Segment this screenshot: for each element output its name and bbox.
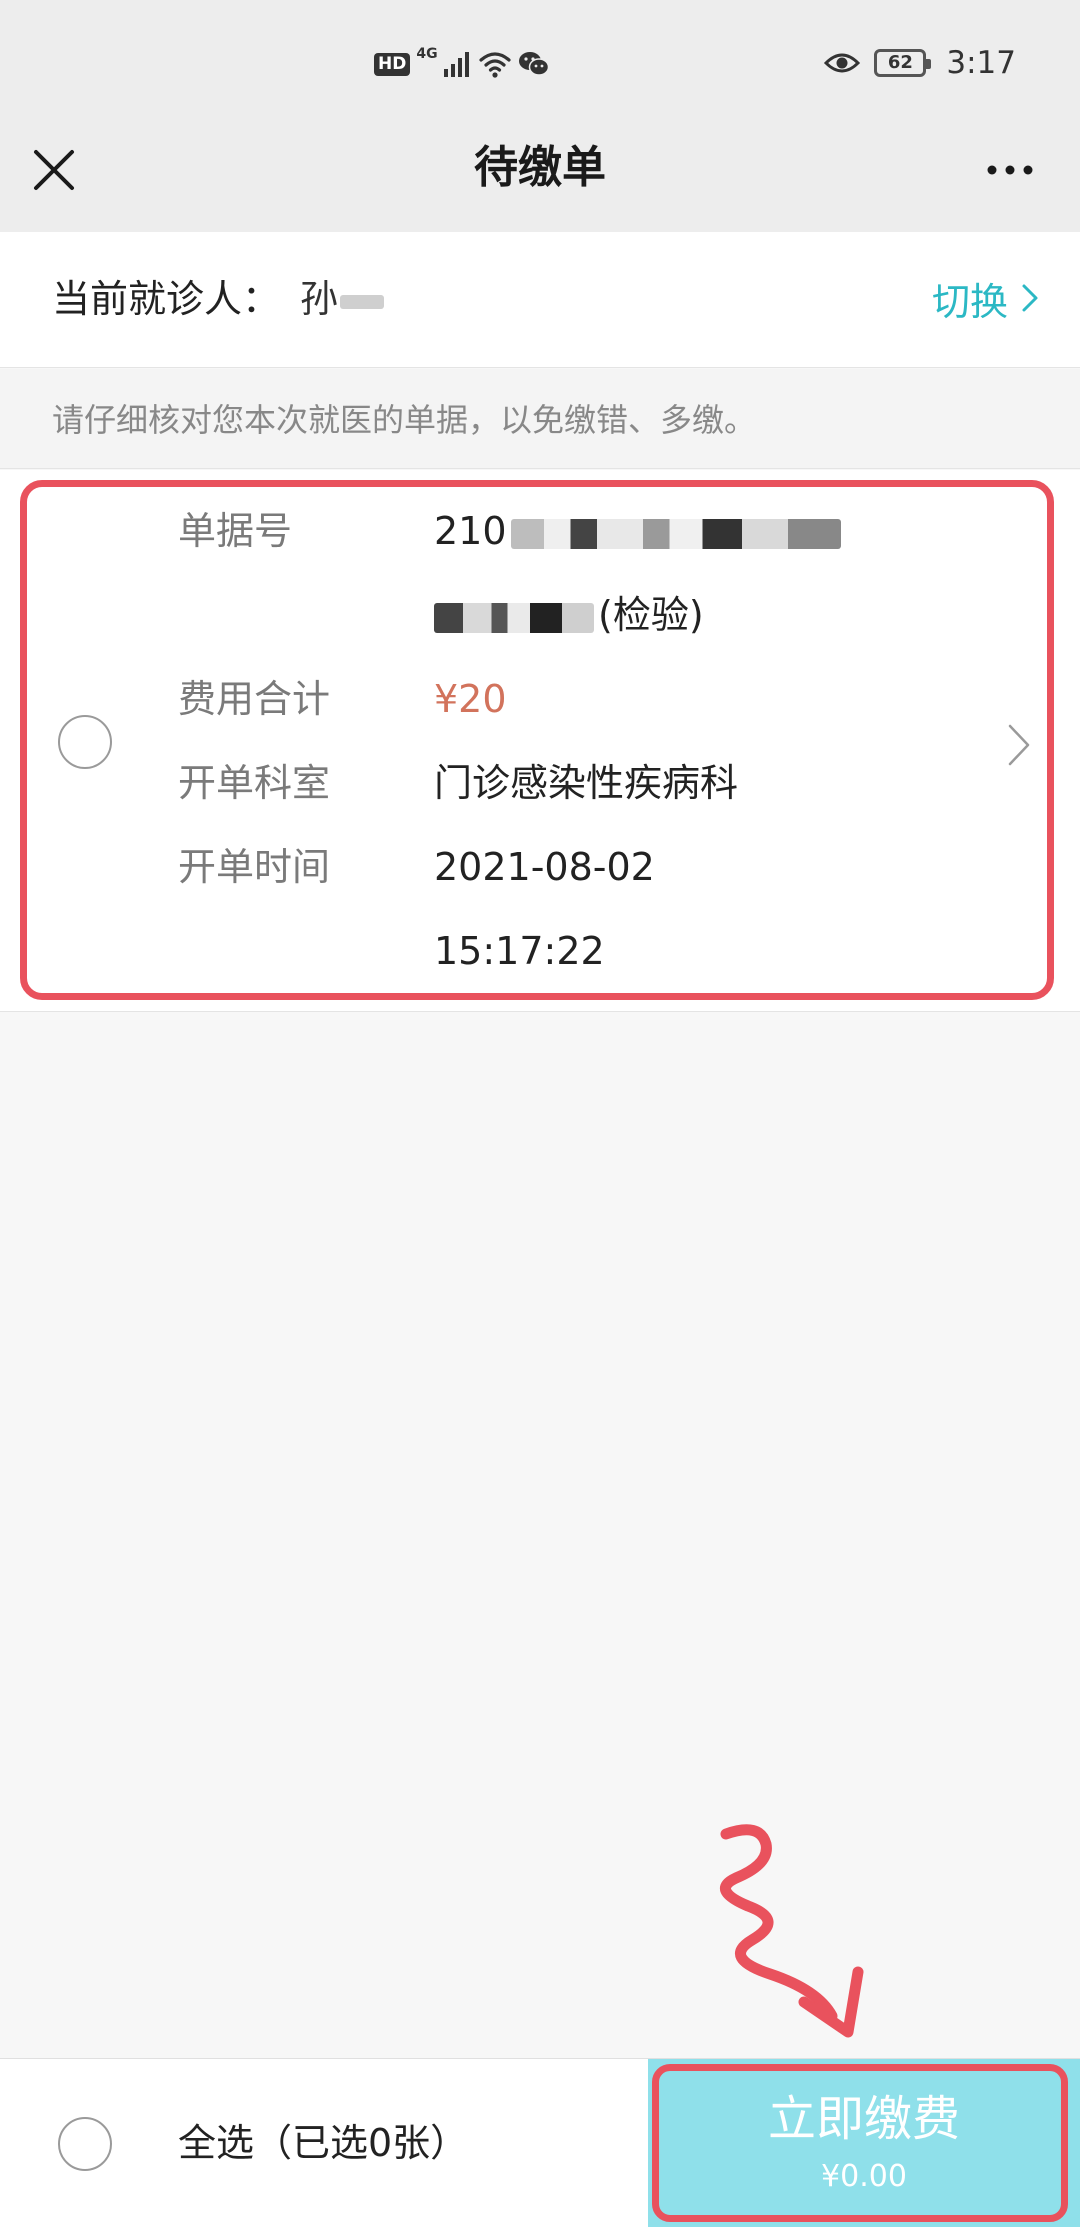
battery-level: 62 xyxy=(887,52,913,73)
issue-date-value: 2021-08-02 xyxy=(434,845,655,889)
network-type: 4G xyxy=(416,46,438,62)
wifi-icon xyxy=(478,52,511,78)
redacted-bill-number-blur xyxy=(510,518,841,549)
notice-row: 请仔细核对您本次就医的单据，以免缴错、多缴。 xyxy=(0,369,1080,469)
department-value: 门诊感染性疾病科 xyxy=(434,761,739,805)
hd-badge: HD xyxy=(374,52,411,76)
pay-now-label: 立即缴费 xyxy=(767,2091,960,2147)
more-icon[interactable] xyxy=(984,150,1036,190)
patient-row: 当前就诊人： 孙 切换 xyxy=(0,232,1080,368)
bill-number-line2: (检验) xyxy=(434,587,704,643)
bill-type: (检验) xyxy=(598,593,704,637)
page-title: 待缴单 xyxy=(474,142,606,193)
bill-number-prefix: 210 xyxy=(434,509,507,553)
redacted-name-blur xyxy=(340,294,385,309)
redacted-bill-suffix-blur xyxy=(434,602,594,633)
switch-label: 切换 xyxy=(931,279,1008,324)
bill-number-line1: 210 xyxy=(434,503,841,559)
total-fee-value: ¥20 xyxy=(434,677,507,721)
department-label: 开单科室 xyxy=(178,761,331,805)
page: HD 4G 62 3:17 待缴单 当前就诊人： 孙 切换 请仔细核对您本次就医… xyxy=(0,0,1080,2227)
status-left: HD 4G xyxy=(374,44,550,84)
chevron-right-icon[interactable] xyxy=(1006,722,1032,768)
issue-time-value: 15:17:22 xyxy=(434,929,605,973)
annotation-arrow-icon xyxy=(720,1824,864,2038)
wechat-icon xyxy=(518,52,549,76)
bottom-bar: 全选（已选0张） 立即缴费 ¥0.00 xyxy=(0,2058,1080,2227)
patient-name-visible: 孙 xyxy=(300,277,339,321)
patient-name: 孙 xyxy=(300,272,385,326)
patient-label: 当前就诊人： xyxy=(52,277,281,321)
select-all-radio[interactable] xyxy=(58,2117,112,2171)
select-all-label[interactable]: 全选（已选0张） xyxy=(178,2115,468,2171)
bill-select-radio[interactable] xyxy=(58,715,112,769)
nav-bar: 待缴单 xyxy=(0,128,1080,232)
battery-icon: 62 xyxy=(874,49,932,77)
bill-number-label: 单据号 xyxy=(178,509,293,553)
chevron-right-icon xyxy=(1022,284,1038,312)
eye-icon xyxy=(824,53,861,73)
status-time: 3:17 xyxy=(946,45,1016,81)
signal-icon xyxy=(443,52,469,77)
pay-amount: ¥0.00 xyxy=(821,2159,907,2194)
status-right: 62 3:17 xyxy=(824,40,1016,86)
total-fee-label: 费用合计 xyxy=(178,677,331,721)
switch-patient-button[interactable]: 切换 xyxy=(932,270,1040,326)
issue-time-label: 开单时间 xyxy=(178,845,331,889)
pay-now-button[interactable]: 立即缴费 ¥0.00 xyxy=(648,2059,1080,2227)
status-bar: HD 4G 62 3:17 xyxy=(0,0,1080,128)
notice-text: 请仔细核对您本次就医的单据，以免缴错、多缴。 xyxy=(52,401,757,439)
